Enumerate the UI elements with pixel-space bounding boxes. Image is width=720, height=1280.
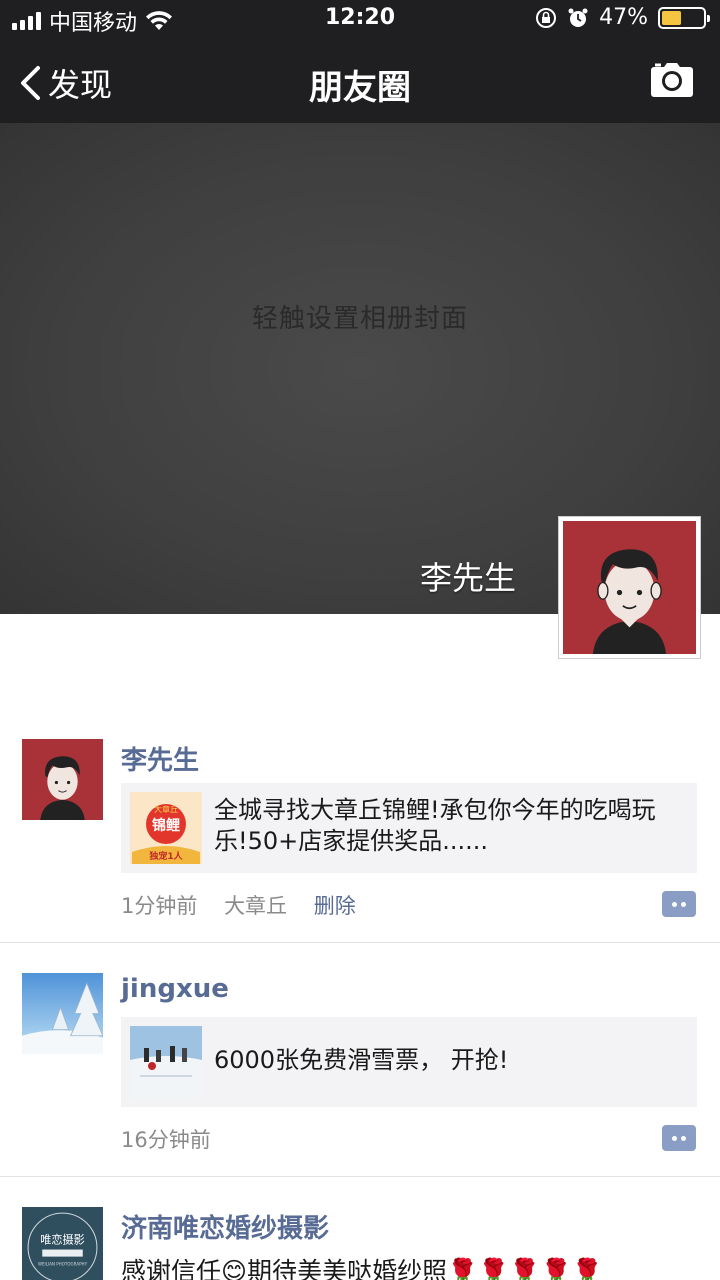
battery-fill bbox=[662, 10, 681, 25]
post-author[interactable]: 李先生 bbox=[121, 740, 199, 777]
avatar-logo-text: 唯恋摄影 bbox=[40, 1232, 85, 1246]
page-title: 朋友圈 bbox=[309, 68, 411, 108]
post-time: 16分钟前 bbox=[121, 1128, 211, 1152]
post-meta: 16分钟前 bbox=[121, 1124, 231, 1154]
thumb-text-3: 独宠1人 bbox=[148, 850, 183, 862]
snow-tree-avatar bbox=[22, 973, 103, 1054]
koi-promo-image: 大章丘 锦鲤 独宠1人 bbox=[130, 792, 202, 864]
post-author[interactable]: jingxue bbox=[121, 974, 229, 1004]
shared-link-card[interactable]: 6000张免费滑雪票， 开抢! bbox=[121, 1017, 697, 1107]
studio-logo-avatar: 唯恋摄影 WEILIAN PHOTOGRAPHY bbox=[22, 1207, 103, 1280]
thumb-text-2: 锦鲤 bbox=[152, 817, 180, 834]
status-bar: 中国移动 12:20 47% bbox=[0, 0, 720, 40]
feed-post: jingxue 6000张免费滑雪票， 开抢! 16分钟前 bbox=[0, 943, 720, 1177]
avatar-logo-sub: WEILIAN PHOTOGRAPHY bbox=[38, 1262, 88, 1267]
status-right: 47% bbox=[535, 5, 710, 30]
ski-photo bbox=[130, 1026, 202, 1098]
avatar[interactable] bbox=[22, 739, 103, 820]
alarm-icon bbox=[568, 8, 588, 27]
rotation-lock-icon bbox=[536, 7, 557, 28]
link-title: 全城寻找大章丘锦鲤!承包你今年的吃喝玩乐!50+店家提供奖品...... bbox=[214, 796, 656, 855]
nav-bar: 发现 朋友圈 bbox=[0, 40, 720, 123]
delete-button[interactable]: 删除 bbox=[314, 894, 356, 918]
avatar[interactable]: 唯恋摄影 WEILIAN PHOTOGRAPHY bbox=[22, 1207, 103, 1280]
cover-hint: 轻触设置相册封面 bbox=[251, 304, 468, 334]
post-time: 1分钟前 bbox=[121, 894, 198, 918]
post-location[interactable]: 大章丘 bbox=[224, 894, 287, 918]
post-author[interactable]: 济南唯恋婚纱摄影 bbox=[121, 1208, 329, 1245]
link-thumbnail bbox=[130, 1026, 202, 1098]
battery-icon bbox=[658, 6, 710, 29]
thumb-text-1: 大章丘 bbox=[154, 804, 178, 814]
comment-button[interactable] bbox=[662, 1125, 696, 1151]
camera-icon[interactable] bbox=[650, 62, 694, 98]
shared-link-card[interactable]: 大章丘 锦鲤 独宠1人 全城寻找大章丘锦鲤!承包你今年的吃喝玩乐!50+店家提供… bbox=[121, 783, 697, 873]
link-title: 6000张免费滑雪票， 开抢! bbox=[214, 1046, 509, 1074]
avatar[interactable] bbox=[22, 973, 103, 1054]
battery-percent: 47% bbox=[599, 5, 648, 30]
feed-post: 李先生 大章丘 锦鲤 独宠1人 全城寻找大章丘锦鲤!承包你今年的吃喝玩乐!50+… bbox=[0, 614, 720, 943]
post-meta: 1分钟前 大章丘 删除 bbox=[121, 890, 376, 920]
comment-button[interactable] bbox=[662, 891, 696, 917]
cartoon-face-icon bbox=[22, 739, 103, 820]
link-thumbnail: 大章丘 锦鲤 独宠1人 bbox=[130, 792, 202, 864]
cover-user-name: 李先生 bbox=[419, 559, 516, 597]
feed-post: 唯恋摄影 WEILIAN PHOTOGRAPHY 济南唯恋婚纱摄影 感谢信任😊期… bbox=[0, 1177, 720, 1280]
post-text: 感谢信任😊期待美美哒婚纱照🌹🌹🌹🌹🌹 bbox=[121, 1257, 603, 1280]
